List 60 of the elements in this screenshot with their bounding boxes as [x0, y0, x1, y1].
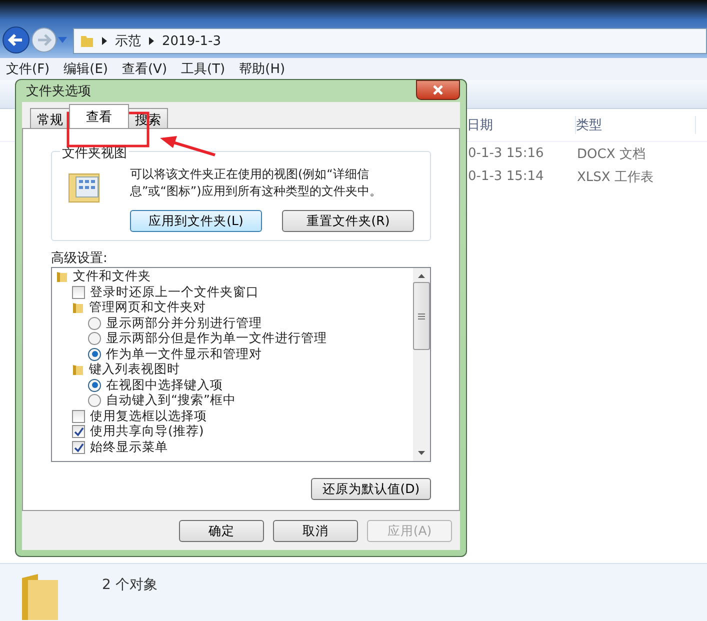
chevron-icon — [149, 37, 154, 45]
scroll-up-icon[interactable] — [418, 274, 425, 278]
dialog-title: 文件夹选项 — [26, 83, 91, 100]
checkbox[interactable] — [72, 410, 85, 423]
item-count: 2 个对象 — [102, 576, 158, 594]
apply-button[interactable]: 重置文件夹(R) — [282, 210, 414, 232]
grip-icon — [418, 312, 425, 320]
apply-button[interactable]: 应用到文件夹(L) — [130, 210, 262, 232]
folder-view-icon — [68, 172, 102, 204]
folder-icon — [72, 364, 84, 376]
setting-label: 自动键入到“搜索”框中 — [106, 392, 236, 410]
annotation-arrow — [160, 136, 216, 156]
restore-defaults-button[interactable]: 还原为默认值(D) — [311, 478, 431, 500]
tab[interactable]: 查看 — [69, 104, 129, 128]
back-button[interactable] — [2, 26, 30, 54]
setting-label: 显示两部分并分别进行管理 — [106, 314, 262, 332]
dialog-button[interactable]: 取消 — [273, 520, 358, 542]
breadcrumb-item[interactable]: 2019-1-3 — [162, 34, 222, 48]
checkbox[interactable] — [72, 440, 85, 454]
table-cell-text: 0-1-3 15:14 — [468, 169, 545, 184]
radio-button[interactable] — [88, 332, 101, 346]
setting-label: 显示两部分但是作为单一文件进行管理 — [106, 330, 327, 348]
setting-label: 管理网页和文件夹对 — [89, 299, 206, 316]
section-label: 高级设置: — [51, 250, 108, 267]
dialog-button[interactable]: 确定 — [179, 520, 264, 542]
scrollbar[interactable] — [413, 268, 430, 461]
chevron-icon — [102, 37, 107, 45]
breadcrumb-item[interactable]: 示范 — [115, 32, 141, 50]
tab[interactable]: 常规 — [30, 108, 70, 128]
table-cell-text: XLSX 工作表 — [577, 168, 654, 186]
radio-button[interactable] — [88, 378, 101, 392]
setting-label: 在视图中选择键入项 — [106, 376, 223, 394]
menu-item[interactable]: 查看(V) — [122, 60, 168, 78]
table-cell-text: DOCX 文档 — [577, 146, 646, 162]
setting-label: 键入列表视图时 — [89, 361, 180, 378]
setting-label: 登录时还原上一个文件夹窗口 — [90, 284, 259, 300]
setting-label: 使用复选框以选择项 — [90, 408, 207, 424]
setting-label: 使用共享向导(推荐) — [90, 423, 204, 440]
setting-label: 作为单一文件显示和管理对 — [106, 346, 262, 362]
menu-item[interactable]: 帮助(H) — [239, 60, 286, 78]
setting-label: 文件和文件夹 — [73, 268, 151, 286]
close-button[interactable] — [416, 80, 460, 100]
checkbox[interactable] — [72, 425, 85, 438]
radio-button[interactable] — [88, 394, 101, 408]
menu-item[interactable]: 编辑(E) — [64, 60, 108, 78]
folder-icon — [56, 270, 68, 283]
table-cell-text: 0-1-3 15:16 — [468, 146, 545, 161]
menu-item[interactable]: 文件(F) — [6, 60, 50, 78]
folder-icon — [80, 34, 94, 48]
radio-button[interactable] — [88, 348, 101, 361]
folder-icon — [72, 302, 84, 314]
close-icon — [433, 85, 443, 95]
setting-label: 始终显示菜单 — [90, 438, 168, 456]
menu-item[interactable]: 工具(T) — [181, 60, 226, 78]
description-text: 可以将该文件夹正在使用的视图(例如“详细信息”或“图标”)应用到所有这种类型的文件夹中。 — [130, 166, 382, 200]
radio-button[interactable] — [88, 316, 101, 330]
scroll-down-icon[interactable] — [418, 451, 425, 455]
column-header[interactable]: 类型 — [576, 116, 696, 134]
checkbox[interactable] — [72, 286, 85, 299]
address-bar[interactable]: 示范 2019-1-3 — [73, 28, 707, 54]
